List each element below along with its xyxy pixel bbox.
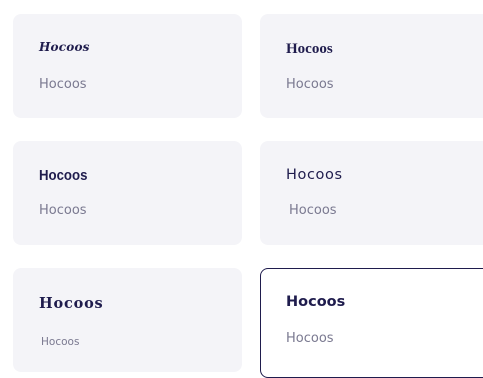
font-pair-heading: Hocoos <box>39 40 90 54</box>
font-pair-heading: Hocoos <box>286 294 346 310</box>
font-pair-card-6-selected[interactable]: Hocoos Hocoos <box>260 268 483 378</box>
font-pair-heading: Hocoos <box>39 295 104 312</box>
font-pair-heading: Hocoos <box>286 41 333 57</box>
font-pair-card-1[interactable]: Hocoos Hocoos <box>13 14 242 118</box>
font-pair-card-2[interactable]: Hocoos Hocoos <box>260 14 483 118</box>
font-pair-body: Hocoos <box>286 77 334 92</box>
font-pair-card-4[interactable]: Hocoos Hocoos <box>260 141 483 245</box>
font-pair-body: Hocoos <box>289 203 337 218</box>
font-pair-heading: Hocoos <box>39 167 88 184</box>
font-pair-heading: Hocoos <box>286 167 343 183</box>
font-pair-card-3[interactable]: Hocoos Hocoos <box>13 141 242 245</box>
font-pair-body: Hocoos <box>39 203 87 218</box>
font-pair-body: Hocoos <box>41 336 80 348</box>
font-pair-card-5[interactable]: Hocoos Hocoos <box>13 268 242 372</box>
font-pair-body: Hocoos <box>39 77 87 92</box>
font-pair-body: Hocoos <box>286 331 334 346</box>
